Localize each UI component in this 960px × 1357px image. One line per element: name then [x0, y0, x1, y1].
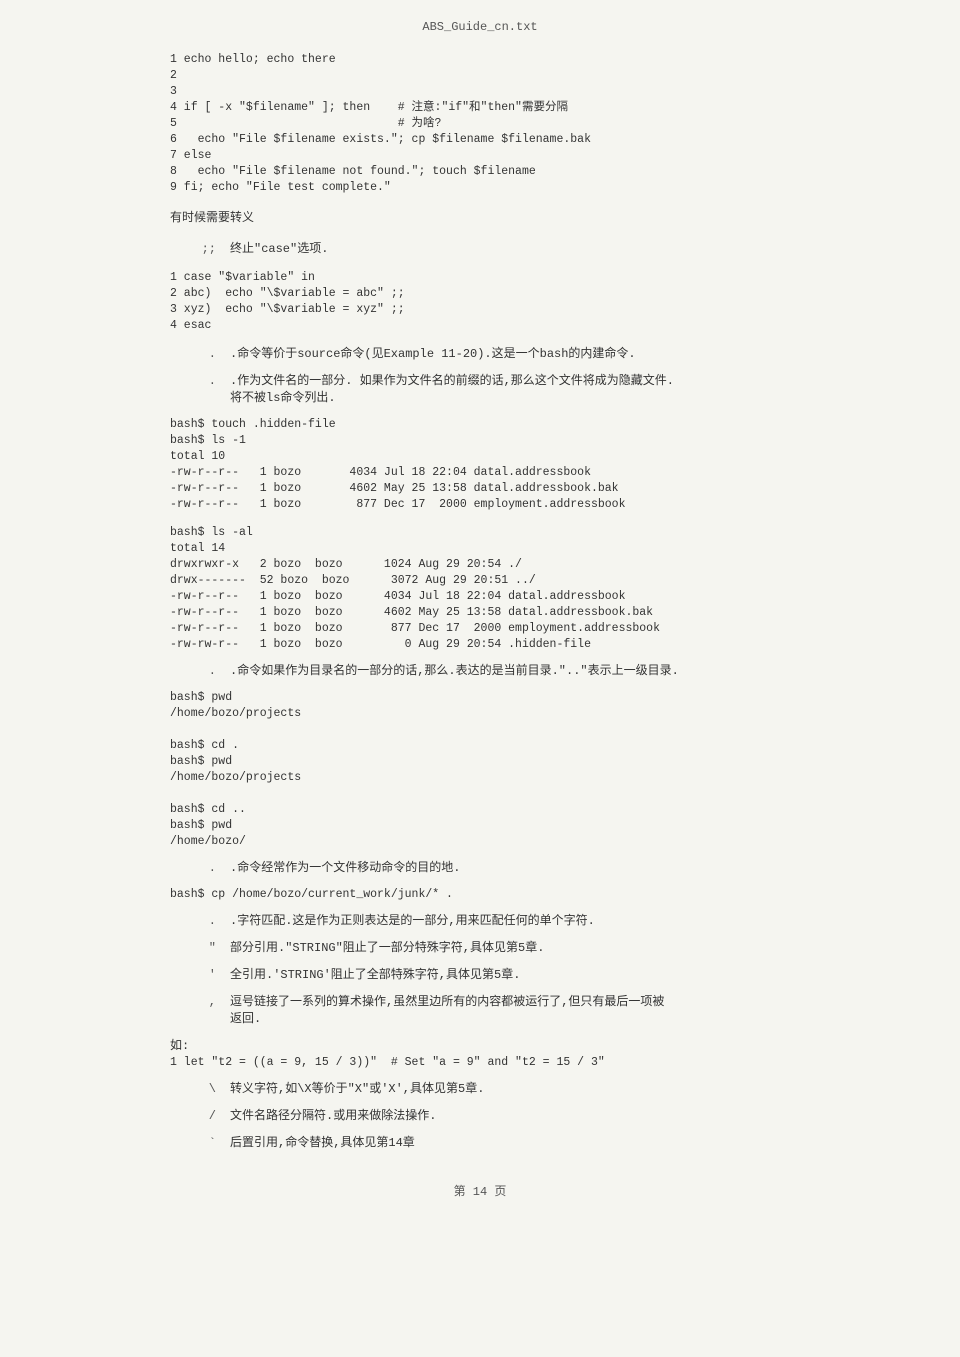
case-terminator-text: 终止"case"选项.: [230, 241, 328, 258]
dot-movedest-section: . .命令经常作为一个文件移动命令的目的地.: [170, 860, 900, 877]
code-block-touch: bash$ touch .hidden-file bash$ ls -1 tot…: [170, 417, 900, 513]
footer-text: 第 14 页: [454, 1185, 507, 1199]
margin-dot-hidden: .: [170, 373, 230, 390]
dot-curdir-section: . .命令如果作为目录名的一部分的话,那么.表达的是当前目录.".."表示上一级…: [170, 663, 900, 680]
margin-dot-regex: .: [170, 913, 230, 930]
code-block-1: 1 echo hello; echo there 2 3 4 if [ -x "…: [170, 52, 900, 196]
text-escape-content: 有时候需要转义: [170, 211, 254, 225]
dot-hidden-section: . .作为文件名的一部分. 如果作为文件名的前缀的话,那么这个文件将成为隐藏文件…: [170, 373, 900, 407]
dot-source-section: . .命令等价于source命令(见Example 11-20).这是一个bas…: [170, 346, 900, 363]
margin-slash: /: [170, 1108, 230, 1125]
dot-movedest-text: .命令经常作为一个文件移动命令的目的地.: [230, 860, 460, 877]
slash-text: 文件名路径分隔符.或用来做除法操作.: [230, 1108, 436, 1125]
code-pre-let: 1 let "t2 = ((a = 9, 15 / 3))" # Set "a …: [170, 1055, 900, 1071]
double-quote-text: 部分引用."STRING"阻止了一部分特殊字符,具体见第5章.: [230, 940, 544, 957]
code-pre-lsal: bash$ ls -al total 14 drwxrwxr-x 2 bozo …: [170, 525, 900, 653]
code-block-pwd: bash$ pwd /home/bozo/projects bash$ cd .…: [170, 690, 900, 850]
double-quote-section: " 部分引用."STRING"阻止了一部分特殊字符,具体见第5章.: [170, 940, 900, 957]
code-block-let: 1 let "t2 = ((a = 9, 15 / 3))" # Set "a …: [170, 1055, 900, 1071]
margin-dot-curdir: .: [170, 663, 230, 680]
slash-section: / 文件名路径分隔符.或用来做除法操作.: [170, 1108, 900, 1125]
margin-dot-source: .: [170, 346, 230, 363]
code-block-cp: bash$ cp /home/bozo/current_work/junk/* …: [170, 887, 900, 903]
margin-single-quote: ': [170, 967, 230, 984]
margin-backtick: `: [170, 1135, 230, 1152]
text-escape-intro: 有时候需要转义: [170, 210, 900, 227]
margin-backslash: \: [170, 1081, 230, 1098]
code-block-case: 1 case "$variable" in 2 abc) echo "\$var…: [170, 270, 900, 334]
code-pre-pwd: bash$ pwd /home/bozo/projects bash$ cd .…: [170, 690, 900, 850]
backtick-section: ` 后置引用,命令替换,具体见第14章: [170, 1135, 900, 1152]
code-pre-case: 1 case "$variable" in 2 abc) echo "\$var…: [170, 270, 900, 334]
case-terminator-section: ;; 终止"case"选项.: [170, 241, 900, 258]
dot-hidden-text: .作为文件名的一部分. 如果作为文件名的前缀的话,那么这个文件将成为隐藏文件.将…: [230, 373, 674, 407]
backslash-section: \ 转义字符,如\X等价于"X"或'X',具体见第5章.: [170, 1081, 900, 1098]
comma-section: , 逗号链接了一系列的算术操作,虽然里边所有的内容都被运行了,但只有最后一项被返…: [170, 994, 900, 1028]
margin-double-quote: ": [170, 940, 230, 957]
code-pre-1: 1 echo hello; echo there 2 3 4 if [ -x "…: [170, 52, 900, 196]
dot-curdir-text: .命令如果作为目录名的一部分的话,那么.表达的是当前目录.".."表示上一级目录…: [230, 663, 679, 680]
dot-source-text: .命令等价于source命令(见Example 11-20).这是一个bash的…: [230, 346, 636, 363]
margin-comma: ,: [170, 994, 230, 1011]
code-pre-cp: bash$ cp /home/bozo/current_work/junk/* …: [170, 887, 900, 903]
code-pre-touch: bash$ touch .hidden-file bash$ ls -1 tot…: [170, 417, 900, 513]
margin-double-semicolon: ;;: [170, 241, 230, 258]
dot-regex-section: . .字符匹配.这是作为正则表达是的一部分,用来匹配任何的单个字符.: [170, 913, 900, 930]
comma-text: 逗号链接了一系列的算术操作,虽然里边所有的内容都被运行了,但只有最后一项被返回.: [230, 994, 664, 1028]
code-block-lsal: bash$ ls -al total 14 drwxrwxr-x 2 bozo …: [170, 525, 900, 653]
backslash-text: 转义字符,如\X等价于"X"或'X',具体见第5章.: [230, 1081, 484, 1098]
backtick-text: 后置引用,命令替换,具体见第14章: [230, 1135, 415, 1152]
page-title: ABS_Guide_cn.txt: [0, 20, 960, 34]
example-intro: 如:: [170, 1038, 900, 1055]
page: ABS_Guide_cn.txt 1 echo hello; echo ther…: [0, 0, 960, 1357]
page-footer: 第 14 页: [0, 1182, 960, 1199]
dot-regex-text: .字符匹配.这是作为正则表达是的一部分,用来匹配任何的单个字符.: [230, 913, 595, 930]
margin-dot-movedest: .: [170, 860, 230, 877]
single-quote-section: ' 全引用.'STRING'阻止了全部特殊字符,具体见第5章.: [170, 967, 900, 984]
single-quote-text: 全引用.'STRING'阻止了全部特殊字符,具体见第5章.: [230, 967, 520, 984]
